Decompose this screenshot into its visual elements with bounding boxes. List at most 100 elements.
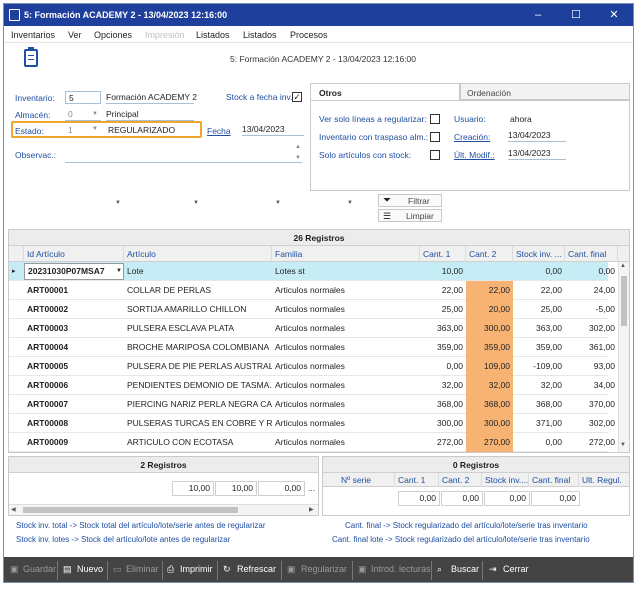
cell-stock-inv: 0,00 (545, 437, 562, 447)
observaciones-scroll-down-icon[interactable]: ▼ (295, 155, 301, 161)
col-sub-cant-final[interactable]: Cant. final (529, 473, 579, 487)
scroll-left-icon[interactable]: ◀ (11, 506, 16, 513)
menu-opciones[interactable]: Opciones (94, 30, 132, 40)
cell-articulo: SORTIJA AMARILLO CHILLON (127, 304, 247, 314)
col-cant2[interactable]: Cant. 2 (466, 246, 513, 262)
scroll-right-icon[interactable]: ▶ (309, 506, 314, 513)
table-row[interactable]: ▸ 20231030P07MSA7 Lote Lotes st 10,00 0,00 0,0… (9, 262, 615, 281)
col-num-serie[interactable]: Nº serie (338, 473, 395, 487)
scroll-down-icon[interactable]: ▼ (620, 442, 626, 448)
col-articulo[interactable]: Artículo (124, 246, 272, 262)
imprimir-button[interactable]: Imprimir (180, 564, 213, 574)
introd-lecturas-button[interactable]: Introd. lecturas (371, 564, 431, 574)
cell-cant-final: 302,00 (589, 418, 615, 428)
creacion-label[interactable]: Creación: (454, 132, 490, 142)
table-row[interactable]: ART00002 SORTIJA AMARILLO CHILLON Articulo… (9, 300, 615, 319)
observaciones-scroll-up-icon[interactable]: ▲ (295, 144, 301, 150)
usuario-label: Usuario: (454, 114, 486, 124)
fecha-label[interactable]: Fecha (207, 126, 231, 136)
cell-familia: Lotes st (275, 266, 305, 276)
cell-cant1: 10,00 (441, 266, 463, 276)
maximize-button[interactable]: ☐ (563, 4, 589, 26)
cerrar-button[interactable]: Cerrar (503, 564, 529, 574)
col-familia[interactable]: Familia (272, 246, 420, 262)
scroll-thumb[interactable] (621, 276, 627, 326)
traspaso-checkbox[interactable] (430, 132, 440, 142)
refresh-icon: ↻ (223, 564, 231, 574)
ultmodif-label[interactable]: Últ. Modif.: (454, 150, 495, 160)
filter-dropdown-icon-3[interactable]: ▼ (275, 200, 281, 206)
nuevo-button[interactable]: Nuevo (77, 564, 103, 574)
limpiar-label: Limpiar (406, 211, 434, 221)
col-stock-inv[interactable]: Stock inv. ... (513, 246, 565, 262)
inventario-input[interactable]: 5 (65, 91, 101, 104)
col-sub-cant1[interactable]: Cant. 1 (395, 473, 439, 487)
col-id-articulo[interactable]: Id Artículo (24, 246, 124, 262)
filter-dropdown-icon-4[interactable]: ▼ (347, 200, 353, 206)
lotes-hscrollbar[interactable]: ◀ ▶ (9, 504, 318, 515)
estado-input[interactable]: 1 (68, 125, 73, 135)
lotes-grid: 2 Registros 10,00 10,00 0,00 ... ◀ ▶ (8, 456, 319, 516)
menu-listados-2[interactable]: Listados (243, 30, 277, 40)
menu-ver[interactable]: Ver (68, 30, 82, 40)
lotes-hscroll-thumb[interactable] (23, 507, 238, 513)
cell-stock-inv: 32,00 (540, 380, 562, 390)
series-grid-header: Nº serie Cant. 1 Cant. 2 Stock inv.... C… (323, 473, 629, 487)
id-articulo-dropdown-icon[interactable]: ▼ (113, 262, 123, 281)
filter-dropdown-icon-1[interactable]: ▼ (115, 200, 121, 206)
tab-ordenacion[interactable]: Ordenación (460, 83, 630, 100)
cell-cant-final: -5,00 (595, 304, 615, 314)
menu-impresion[interactable]: Impresión (145, 30, 185, 40)
observaciones-input[interactable] (65, 162, 302, 163)
filter-dropdown-icon-2[interactable]: ▼ (193, 200, 199, 206)
cell-cant2 (466, 262, 513, 281)
tab-ordenacion-label: Ordenación (467, 88, 511, 98)
tab-otros[interactable]: Otros (310, 83, 460, 101)
table-row[interactable]: ART00001 COLLAR DE PERLAS Articulos normal… (9, 281, 615, 300)
minimize-button[interactable]: – (525, 4, 551, 26)
cell-cant-final: 361,00 (589, 342, 615, 352)
cell-familia: Articulos normales (275, 342, 345, 352)
row-indicator (9, 376, 24, 395)
guardar-button[interactable]: Guardar (23, 564, 56, 574)
cell-stock-inv: 25,00 (540, 304, 562, 314)
table-row[interactable]: ART00004 BROCHE MARIPOSA COLOMBIANA Articu… (9, 338, 615, 357)
ultmodif-value: 13/04/2023 (508, 147, 566, 160)
almacen-dropdown-icon[interactable]: ▼ (92, 111, 98, 117)
col-sub-stock-inv[interactable]: Stock inv.... (482, 473, 529, 487)
col-cant1[interactable]: Cant. 1 (420, 246, 466, 262)
scroll-up-icon[interactable]: ▲ (620, 263, 626, 269)
menu-procesos[interactable]: Procesos (290, 30, 328, 40)
fecha-input[interactable]: 13/04/2023 (242, 123, 304, 136)
main-grid-scrollbar[interactable]: ▲ ▼ (618, 262, 629, 452)
refrescar-button[interactable]: Refrescar (237, 564, 276, 574)
table-row[interactable]: ART00008 PULSERAS TURCAS EN COBRE Y RO...… (9, 414, 615, 433)
table-row[interactable]: ART00009 ARTICULO CON ECOTASA Articulos no… (9, 433, 615, 452)
row-indicator (9, 433, 24, 452)
cell-cant1: 300,00 (437, 418, 463, 428)
filtrar-button[interactable]: ⏷ Filtrar (378, 194, 442, 207)
stock-fecha-checkbox[interactable]: ✓ (292, 92, 302, 102)
cell-id-articulo: ART00009 (27, 437, 69, 447)
menu-listados-1[interactable]: Listados (196, 30, 230, 40)
col-cant-final[interactable]: Cant. final (565, 246, 618, 262)
table-row[interactable]: ART00007 PIERCING NARIZ PERLA NEGRA CAP..… (9, 395, 615, 414)
cell-articulo: ARTICULO CON ECOTASA (127, 437, 234, 447)
limpiar-button[interactable]: ☰ Limpiar (378, 209, 442, 222)
col-sub-cant2[interactable]: Cant. 2 (439, 473, 482, 487)
table-row[interactable]: ART00005 PULSERA DE PIE PERLAS AUSTRALI..… (9, 357, 615, 376)
con-stock-checkbox[interactable] (430, 150, 440, 160)
menu-inventarios[interactable]: Inventarios (11, 30, 55, 40)
table-row[interactable]: ART00006 PENDIENTES DEMONIO DE TASMA... Ar… (9, 376, 615, 395)
close-button[interactable]: ✕ (601, 4, 627, 26)
buscar-button[interactable]: Buscar (451, 564, 479, 574)
regularizar-button[interactable]: Regularizar (301, 564, 347, 574)
eliminar-button[interactable]: Eliminar (126, 564, 159, 574)
table-row[interactable]: ART00003 PULSERA ESCLAVA PLATA Articulos n… (9, 319, 615, 338)
col-ult-regul[interactable]: Ult. Regul. (579, 473, 629, 487)
estado-dropdown-icon[interactable]: ▼ (92, 126, 98, 132)
cell-cant1: 272,00 (437, 437, 463, 447)
app-icon (9, 9, 20, 21)
ver-solo-checkbox[interactable] (430, 114, 440, 124)
toolbar-separator (352, 561, 353, 580)
